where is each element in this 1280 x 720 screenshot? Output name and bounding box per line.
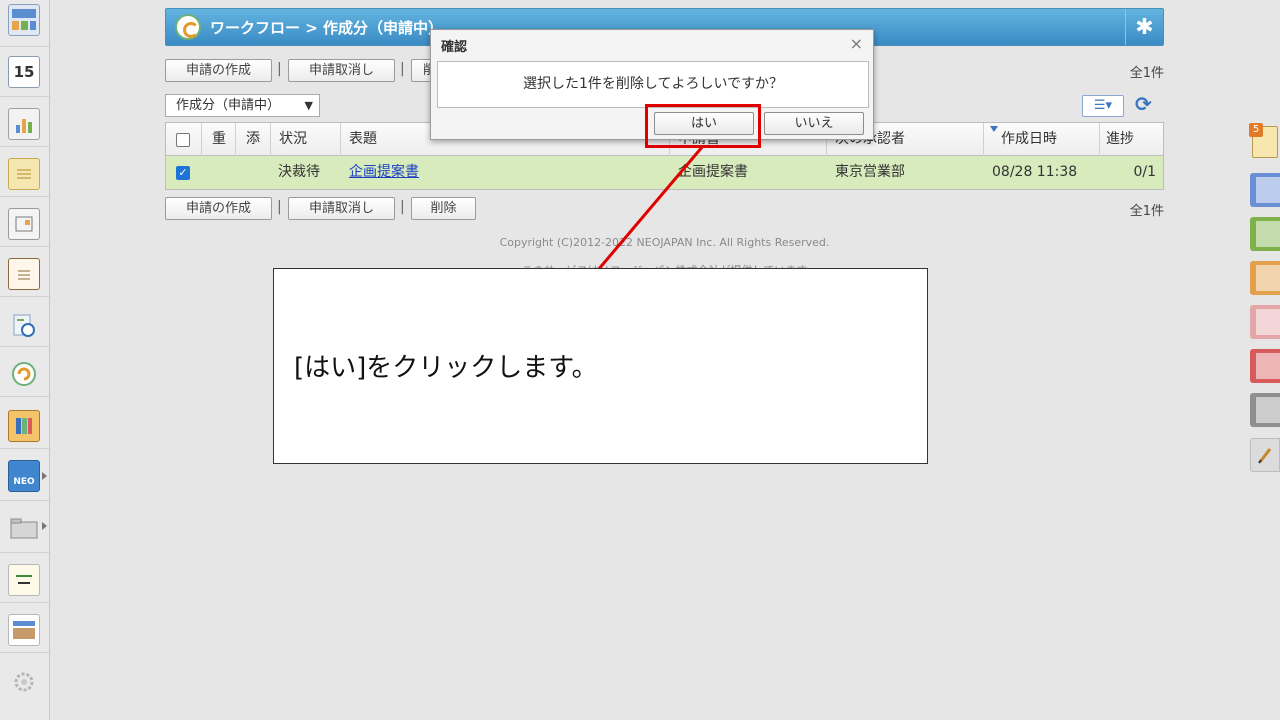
row-created: 08/28 11:38 [992, 164, 1078, 180]
select-all-checkbox[interactable] [176, 133, 190, 147]
col-progress[interactable]: 進捗 [1106, 123, 1134, 156]
app-rail: 15 NEO [0, 0, 50, 720]
footer-copyright: Copyright (C)2012-2022 NEOJAPAN Inc. All… [499, 236, 830, 249]
create-request-button[interactable]: 申請の作成 [165, 197, 272, 220]
settings-icon[interactable] [8, 666, 40, 698]
no-button[interactable]: いいえ [764, 112, 864, 135]
col-subject[interactable]: 表題 [349, 123, 377, 156]
toolbar-separator: | [400, 199, 405, 215]
expand-arrow-icon[interactable] [42, 522, 47, 530]
chevron-down-icon: ▼ [304, 99, 313, 112]
page-title: ワークフロー > 作成分（申請中） [210, 19, 444, 37]
row-checkbox[interactable]: ✓ [176, 166, 190, 180]
row-form: 企画提案書 [678, 164, 748, 180]
calendar-day: 15 [13, 63, 35, 81]
calendar-icon[interactable]: 15 [8, 56, 40, 88]
tag-blue[interactable] [1250, 173, 1280, 207]
toolbar-separator: | [400, 61, 405, 77]
cancel-request-button[interactable]: 申請取消し [288, 59, 395, 82]
workflow-icon[interactable] [8, 358, 40, 390]
notification-badge: 5 [1249, 123, 1263, 137]
col-status[interactable]: 状況 [279, 123, 307, 156]
tag-pink[interactable] [1250, 305, 1280, 339]
tag-orange[interactable] [1250, 261, 1280, 295]
neo-icon[interactable]: NEO [8, 460, 40, 492]
dialog-message: 選択した1件を削除してよろしいですか？ [437, 61, 869, 108]
sort-desc-icon [990, 126, 998, 132]
view-filter-value: 作成分（申請中） [176, 98, 281, 113]
tag-green[interactable] [1250, 217, 1280, 251]
view-filter-select[interactable]: 作成分（申請中） ▼ [165, 94, 320, 117]
toolbar-separator: | [277, 199, 282, 215]
portal-icon[interactable] [8, 4, 40, 36]
delete-button[interactable]: 削除 [411, 197, 476, 220]
notepad-widget-icon[interactable]: 5 [1249, 123, 1278, 158]
tanomail-icon[interactable] [8, 564, 40, 596]
highlight-frame [645, 104, 761, 148]
instruction-callout: [はい]をクリックします。 [273, 268, 928, 464]
bottom-toolbar: 申請の作成 | 申請取消し | 削除 全1件 [165, 197, 1164, 221]
total-count: 全1件 [1129, 204, 1164, 219]
row-subject-link[interactable]: 企画提案書 [349, 156, 419, 189]
table-row[interactable]: ✓ 決裁待 企画提案書 企画提案書 東京営業部 08/28 11:38 0/1 [166, 156, 1163, 189]
col-created[interactable]: 作成日時 [1001, 123, 1057, 156]
right-dock: 5 [1240, 120, 1280, 480]
todo-search-icon[interactable] [8, 310, 40, 342]
row-status: 決裁待 [278, 164, 320, 180]
cabinet-icon[interactable] [8, 410, 40, 442]
tag-red[interactable] [1250, 349, 1280, 383]
memo-icon[interactable] [8, 158, 40, 190]
refresh-icon[interactable]: ⟳ [1135, 92, 1159, 118]
total-count: 全1件 [1129, 66, 1164, 81]
toolbar-separator: | [277, 61, 282, 77]
gear-icon[interactable]: ✱ [1125, 9, 1163, 45]
workflow-icon [175, 14, 201, 40]
pencil-icon[interactable] [1250, 438, 1280, 472]
col-attachment[interactable]: 添 [246, 123, 260, 156]
dialog-title: 確認 [441, 40, 468, 55]
row-progress: 0/1 [1133, 164, 1156, 180]
tag-gray[interactable] [1250, 393, 1280, 427]
expand-arrow-icon[interactable] [42, 472, 47, 480]
create-request-button[interactable]: 申請の作成 [165, 59, 272, 82]
col-priority[interactable]: 重 [212, 123, 226, 156]
display-menu-button[interactable]: ☰▾ [1082, 95, 1124, 117]
cancel-request-button[interactable]: 申請取消し [288, 197, 395, 220]
report-icon[interactable] [8, 108, 40, 140]
media-icon[interactable] [8, 614, 40, 646]
folder-icon[interactable] [8, 512, 40, 544]
notepad-icon[interactable] [8, 258, 40, 290]
row-approver: 東京営業部 [835, 164, 905, 180]
board-icon[interactable] [8, 208, 40, 240]
close-icon[interactable]: × [850, 36, 863, 52]
instruction-text: [はい]をクリックします。 [294, 353, 598, 383]
